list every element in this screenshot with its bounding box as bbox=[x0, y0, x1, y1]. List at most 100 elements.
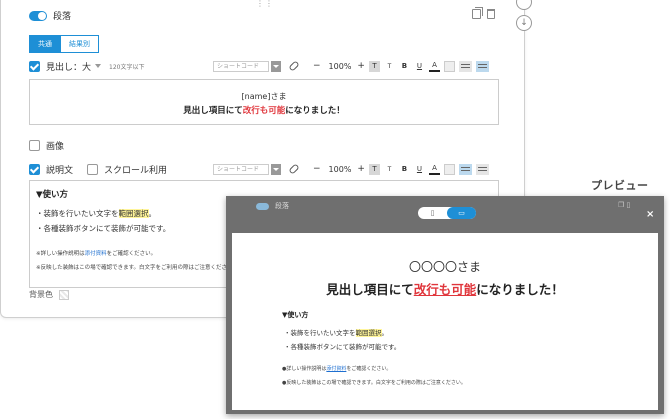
preview-item-2: ・各種装飾ボタンにて装飾が可能です。 bbox=[284, 343, 401, 351]
text-color-button[interactable]: A bbox=[428, 61, 440, 72]
font-small-button[interactable]: T bbox=[384, 164, 395, 175]
link-icon[interactable] bbox=[288, 60, 300, 72]
stage: ⋮⋮ 段落 ↓ 共通 結果別 見出し：大 120文字以下 ショートコード − 1… bbox=[0, 0, 670, 419]
link-icon[interactable] bbox=[288, 163, 300, 175]
headline-checkbox[interactable] bbox=[29, 60, 40, 72]
preview-note-1: ●詳しい操作説明は添付資料をご確認ください。 bbox=[282, 365, 391, 372]
headline-text-pre: 見出し項目にて bbox=[183, 106, 243, 116]
shortcode-dropdown-button[interactable] bbox=[271, 163, 281, 175]
font-large-button[interactable]: T bbox=[368, 60, 380, 72]
headline-text-red: 改行も可能 bbox=[242, 106, 286, 116]
headline-line1: [name]さま bbox=[241, 92, 287, 101]
background-color-row: 背景色 bbox=[29, 289, 69, 300]
desc-note-1: ※詳しい操作説明は添付資料をご確認ください。 bbox=[36, 249, 156, 257]
desc-note-1-post: をご確認ください。 bbox=[106, 251, 157, 257]
tab-common[interactable]: 共通 bbox=[29, 35, 61, 53]
zoom-out-button[interactable]: − bbox=[313, 61, 321, 71]
preview-note-2: ●反映した装飾はこの場で確認できます。白文字をご利用の際はご注意ください。 bbox=[282, 380, 466, 386]
description-row: 説明文 スクロール利用 bbox=[29, 162, 167, 176]
headline-text-post: になりました！ bbox=[285, 106, 345, 116]
bg-color-button[interactable] bbox=[443, 60, 455, 72]
align-center-button[interactable] bbox=[475, 163, 489, 175]
preview-note-1-post: をご確認ください。 bbox=[346, 366, 392, 372]
zoom-level: 100% bbox=[328, 61, 352, 71]
image-row: 画像 bbox=[29, 138, 64, 152]
move-up-icon[interactable] bbox=[516, 0, 532, 10]
preview-line1: 〇〇〇〇さま bbox=[408, 260, 481, 274]
headline-editor[interactable]: [name]さま 見出し項目にて改行も可能になりました！ bbox=[29, 79, 499, 125]
scroll-checkbox[interactable] bbox=[87, 163, 99, 175]
preview-bg-title: 段落 bbox=[275, 202, 289, 210]
preview-line2-pre: 見出し項目にて bbox=[326, 282, 414, 297]
font-small-button[interactable]: T bbox=[384, 61, 395, 72]
preview-content: 〇〇〇〇さま 見出し項目にて改行も可能になりました！ ▼使い方 ・装飾を行いたい… bbox=[232, 233, 658, 410]
headline-row: 見出し：大 120文字以下 bbox=[29, 59, 144, 73]
preview-note-1-pre: ●詳しい操作説明は bbox=[282, 366, 327, 372]
tab-by-result[interactable]: 結果別 bbox=[61, 35, 99, 53]
headline-line2: 見出し項目にて改行も可能になりました！ bbox=[30, 104, 498, 116]
preview-note-1-link[interactable]: 添付資料 bbox=[326, 366, 346, 372]
chevron-down-icon[interactable] bbox=[95, 64, 102, 68]
image-label: 画像 bbox=[46, 141, 65, 152]
preview-heading: ▼使い方 bbox=[282, 311, 309, 319]
text-color-button[interactable]: A bbox=[428, 164, 440, 175]
preview-label: プレビュー bbox=[591, 179, 649, 192]
zoom-in-button[interactable]: + bbox=[357, 164, 365, 174]
align-center-button[interactable] bbox=[475, 60, 489, 72]
description-checkbox[interactable] bbox=[29, 163, 40, 175]
desc-item-1-highlight: 範囲選択 bbox=[118, 209, 149, 218]
block-title: 段落 bbox=[53, 12, 72, 22]
font-large-button[interactable]: T bbox=[368, 163, 380, 175]
zoom-level: 100% bbox=[328, 164, 352, 174]
laptop-icon[interactable]: ▭ bbox=[447, 207, 476, 219]
desc-item-1: ・装飾を行いたい文字を範囲選択。 bbox=[36, 208, 156, 219]
char-limit-note: 120文字以下 bbox=[109, 63, 145, 71]
preview-item-1-pre: ・装飾を行いたい文字を bbox=[284, 329, 356, 337]
tab-bar: 共通 結果別 bbox=[29, 35, 99, 53]
zoom-in-button[interactable]: + bbox=[357, 61, 365, 71]
bold-button[interactable]: B bbox=[399, 61, 410, 72]
background-color-label: 背景色 bbox=[29, 290, 53, 299]
move-down-icon[interactable]: ↓ bbox=[516, 15, 532, 31]
device-switch: ▯ ▭ bbox=[418, 207, 476, 219]
close-icon[interactable]: × bbox=[646, 209, 654, 220]
block-header: 段落 bbox=[29, 9, 71, 22]
shortcode-dropdown-button[interactable] bbox=[271, 60, 281, 72]
headline-toolbar: ショートコード − 100% + T T B U A bbox=[213, 59, 489, 73]
preview-item-1-post: 。 bbox=[381, 329, 389, 337]
scroll-label: スクロール利用 bbox=[104, 165, 168, 176]
zoom-out-button[interactable]: − bbox=[313, 164, 321, 174]
description-label: 説明文 bbox=[46, 165, 74, 176]
desc-note-2: ※反映した装飾はこの場で確認できます。白文字をご利用の際はご注意ください。 bbox=[36, 265, 239, 271]
preview-line2-post: になりました！ bbox=[476, 282, 564, 297]
description-toolbar: ショートコード − 100% + T T B U A bbox=[213, 162, 489, 176]
desc-item-1-pre: ・装飾を行いたい文字を bbox=[36, 209, 119, 218]
headline-size-select[interactable]: 見出し：大 bbox=[46, 60, 91, 73]
desc-heading: ▼使い方 bbox=[36, 190, 69, 200]
desc-item-1-post: 。 bbox=[148, 209, 157, 218]
preview-line2-red: 改行も可能 bbox=[413, 282, 477, 297]
preview-bg-toggle bbox=[256, 203, 269, 210]
block-toggle[interactable] bbox=[29, 10, 47, 21]
mobile-icon[interactable]: ▯ bbox=[418, 207, 447, 219]
copy-icon[interactable] bbox=[472, 7, 483, 19]
underline-button[interactable]: U bbox=[414, 164, 425, 175]
image-checkbox[interactable] bbox=[29, 139, 40, 151]
desc-note-1-link[interactable]: 添付資料 bbox=[85, 251, 107, 257]
align-left-button[interactable] bbox=[458, 60, 472, 72]
preview-window: 段落 ❐ ▯ ▯ ▭ × 〇〇〇〇さま 見出し項目にて改行も可能になりました！ … bbox=[226, 196, 664, 414]
drag-handle-icon[interactable]: ⋮⋮ bbox=[256, 0, 273, 10]
preview-item-1-highlight: 範囲選択 bbox=[355, 329, 382, 337]
trash-icon[interactable] bbox=[487, 9, 495, 19]
bg-color-button[interactable] bbox=[443, 163, 455, 175]
shortcode-select[interactable]: ショートコード bbox=[213, 163, 269, 175]
desc-note-1-pre: ※詳しい操作説明は bbox=[36, 251, 85, 257]
underline-button[interactable]: U bbox=[414, 61, 425, 72]
preview-line2: 見出し項目にて改行も可能になりました！ bbox=[232, 279, 658, 298]
desc-item-2: ・各種装飾ボタンにて装飾が可能です。 bbox=[36, 224, 171, 233]
background-color-swatch[interactable] bbox=[59, 289, 69, 300]
bold-button[interactable]: B bbox=[399, 164, 410, 175]
preview-item-1: ・装飾を行いたい文字を範囲選択。 bbox=[284, 327, 388, 337]
shortcode-select[interactable]: ショートコード bbox=[213, 60, 269, 72]
align-left-button[interactable] bbox=[458, 163, 472, 175]
